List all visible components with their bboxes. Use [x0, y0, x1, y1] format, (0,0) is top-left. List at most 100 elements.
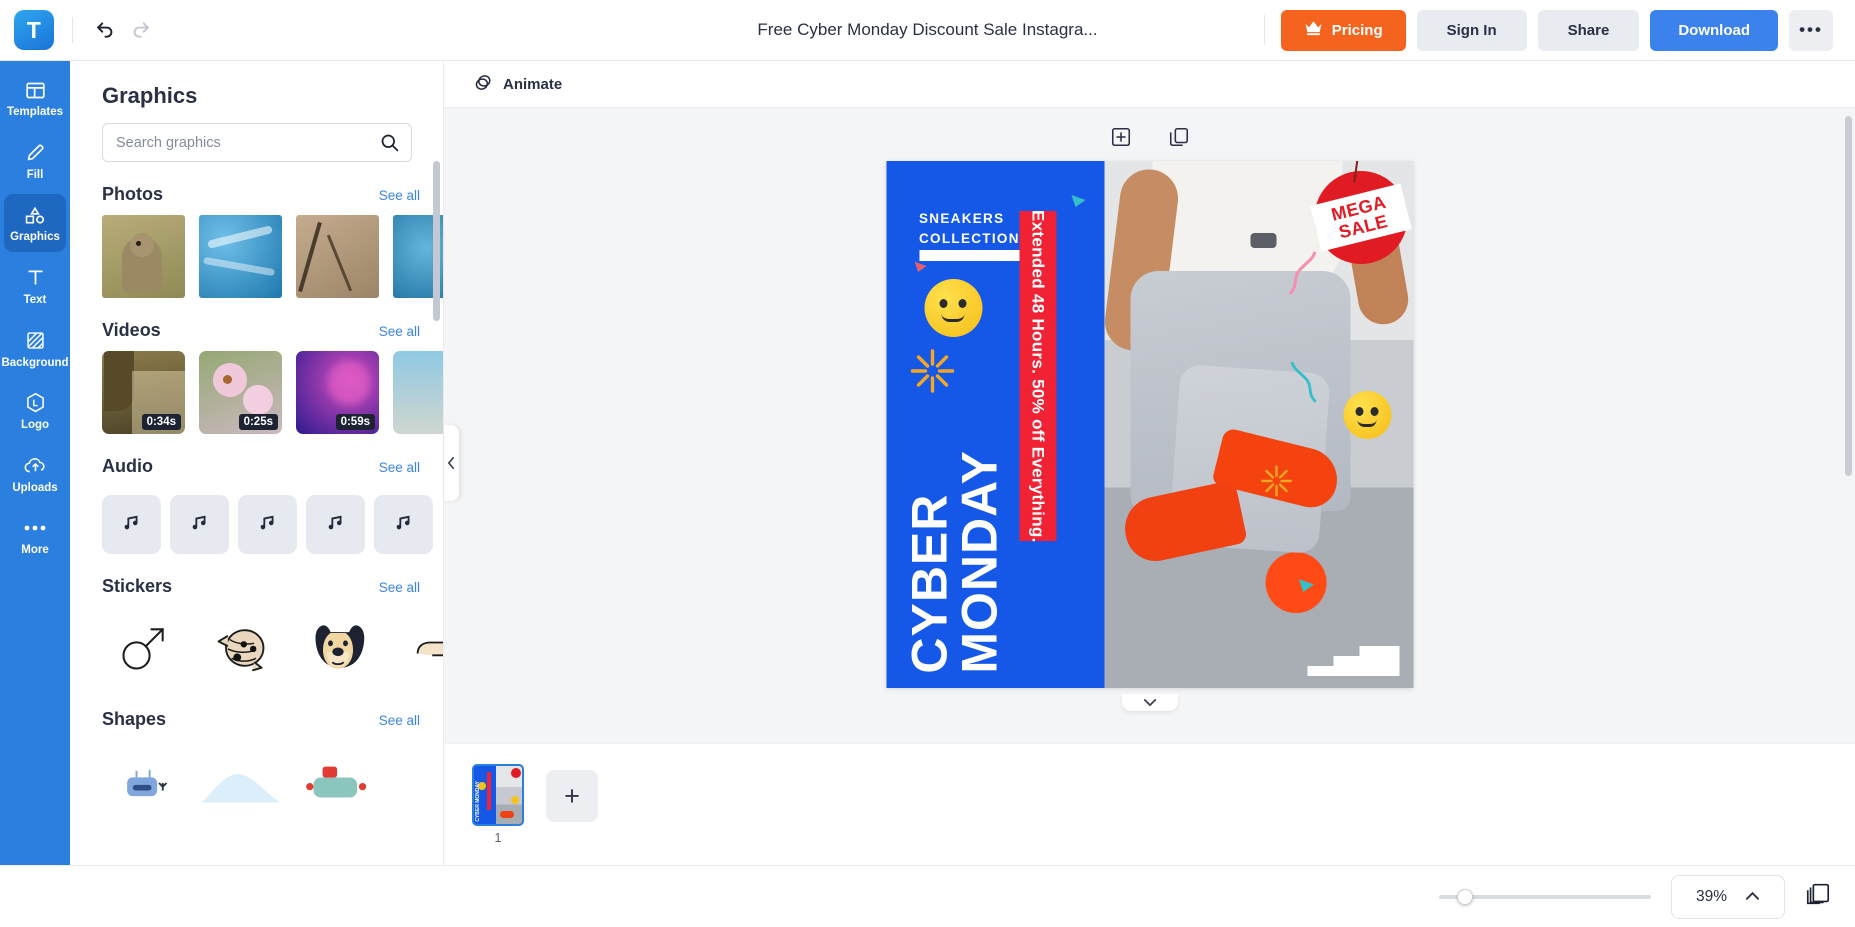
confetti-burst-1 — [904, 343, 960, 404]
pencil-icon — [25, 141, 46, 165]
sidebar-item-more[interactable]: More — [4, 507, 66, 565]
section-audio: Audio See all — [102, 456, 443, 554]
photo-thumb[interactable] — [102, 215, 185, 298]
page-number-label: 1 — [494, 831, 502, 845]
video-thumb[interactable]: 0:25s — [199, 351, 282, 434]
video-thumb[interactable] — [393, 351, 443, 434]
panel-scrollbar[interactable] — [433, 161, 440, 321]
sidebar-item-uploads[interactable]: Uploads — [4, 445, 66, 503]
video-duration: 0:59s — [335, 414, 375, 430]
animate-button[interactable]: Animate — [474, 73, 562, 96]
audio-tile[interactable] — [102, 495, 161, 554]
search-icon[interactable] — [379, 132, 400, 158]
audio-tile[interactable] — [170, 495, 229, 554]
sidebar-item-templates[interactable]: Templates — [4, 69, 66, 127]
sidebar-item-fill[interactable]: Fill — [4, 132, 66, 190]
shapes-icon — [24, 203, 46, 227]
sticker-mars-symbol[interactable] — [102, 609, 185, 687]
app-root: T Free Cyber Monday Discount Sale Instag… — [0, 0, 1855, 927]
canvas-collapse-chevron[interactable] — [1121, 694, 1178, 711]
canvas-scrollbar[interactable] — [1845, 116, 1852, 476]
top-bar: T Free Cyber Monday Discount Sale Instag… — [0, 0, 1855, 61]
zoom-slider[interactable] — [1439, 888, 1651, 905]
add-frame-icon[interactable] — [1110, 126, 1132, 153]
zoom-level-selector[interactable]: 39% — [1671, 874, 1785, 919]
sidebar-item-logo[interactable]: Logo — [4, 382, 66, 440]
page-thumbnail-box: CYBER MONDAY — [472, 764, 524, 826]
confetti-triangle-2 — [914, 259, 928, 277]
hexagon-logo-icon — [25, 391, 46, 415]
pricing-button[interactable]: Pricing — [1280, 9, 1406, 51]
shape-cloud[interactable] — [199, 744, 282, 822]
panel-title: Graphics — [102, 83, 198, 108]
photo-thumb[interactable] — [296, 215, 379, 298]
shape-vehicle[interactable] — [296, 744, 379, 822]
undo-button[interactable] — [87, 12, 123, 48]
see-all-shapes[interactable]: See all — [379, 713, 420, 728]
more-options-button[interactable]: ••• — [1789, 9, 1833, 51]
design-red-banner: Extended 48 Hours. 50% off Everything. — [1019, 210, 1056, 542]
page-thumbnail-1[interactable]: CYBER MONDAY 1 — [472, 764, 524, 845]
cloud-upload-icon — [24, 454, 47, 478]
download-button[interactable]: Download — [1650, 9, 1778, 51]
sidebar-label: Background — [1, 356, 69, 369]
design-canvas[interactable]: SNEAKERS COLLECTION Extended 48 Hours. 5… — [886, 161, 1413, 688]
graphics-panel: Graphics Photos See all — [70, 61, 444, 865]
see-all-stickers[interactable]: See all — [379, 580, 420, 595]
redo-button[interactable] — [123, 12, 159, 48]
see-all-photos[interactable]: See all — [379, 188, 420, 203]
audio-tile[interactable] — [306, 495, 365, 554]
toolbar-divider — [72, 17, 73, 43]
crown-icon — [1304, 20, 1323, 40]
bottom-bar: 39% — [0, 865, 1855, 927]
background-icon — [25, 329, 46, 353]
section-header: Shapes See all — [102, 709, 420, 730]
section-header: Audio See all — [102, 456, 420, 477]
signin-button[interactable]: Sign In — [1416, 9, 1527, 51]
section-title: Videos — [102, 320, 161, 340]
see-all-audio[interactable]: See all — [379, 460, 420, 475]
section-header: Videos See all — [102, 320, 420, 341]
search-input[interactable] — [102, 123, 412, 162]
shape-robot[interactable] — [102, 744, 185, 822]
design-white-bar — [919, 250, 1023, 261]
section-title: Photos — [102, 184, 163, 204]
music-note-icon — [257, 511, 279, 538]
share-button[interactable]: Share — [1537, 9, 1640, 51]
panel-collapse-tab[interactable] — [444, 425, 459, 501]
design-emoji-smile — [1343, 391, 1391, 439]
video-thumb[interactable]: 0:59s — [296, 351, 379, 434]
duplicate-icon[interactable] — [1168, 126, 1190, 153]
canvas-stage[interactable]: SNEAKERS COLLECTION Extended 48 Hours. 5… — [444, 108, 1855, 743]
sidebar-label: Logo — [20, 419, 50, 432]
sticker-mummy-head[interactable] — [199, 609, 282, 687]
video-thumb[interactable]: 0:34s — [102, 351, 185, 434]
animate-layers-icon — [474, 73, 493, 96]
photo-thumb[interactable] — [199, 215, 282, 298]
photo-watch — [1250, 233, 1276, 248]
zoom-slider-knob[interactable] — [1457, 888, 1473, 905]
sticker-bulldog-face[interactable] — [296, 609, 379, 687]
canvas-area: Animate SNEAKERS COLLECTION Extended 48 … — [444, 61, 1855, 865]
sticker-hand[interactable] — [393, 609, 443, 687]
top-bar-actions: Pricing Sign In Share Download ••• — [1263, 9, 1833, 51]
search-container — [70, 123, 443, 162]
thumb-red-banner — [487, 772, 491, 810]
audio-tile[interactable] — [238, 495, 297, 554]
app-logo[interactable]: T — [14, 10, 54, 50]
sidebar-item-background[interactable]: Background — [1, 320, 69, 378]
document-title[interactable]: Free Cyber Monday Discount Sale Instagra… — [718, 20, 1138, 40]
page-count-button[interactable] — [1805, 881, 1831, 912]
audio-tile[interactable] — [374, 495, 433, 554]
sidebar-item-graphics[interactable]: Graphics — [4, 194, 66, 252]
sidebar-item-text[interactable]: Text — [4, 257, 66, 315]
zoom-level-value: 39% — [1695, 887, 1728, 905]
shapes-row — [102, 744, 443, 822]
see-all-videos[interactable]: See all — [379, 324, 420, 339]
music-note-icon — [325, 511, 347, 538]
sidebar-label: Text — [23, 293, 47, 306]
design-emoji-wink — [924, 279, 982, 337]
section-header: Stickers See all — [102, 576, 420, 597]
add-page-button[interactable]: + — [546, 770, 598, 822]
cyber-line-1: CYBER — [901, 493, 957, 674]
